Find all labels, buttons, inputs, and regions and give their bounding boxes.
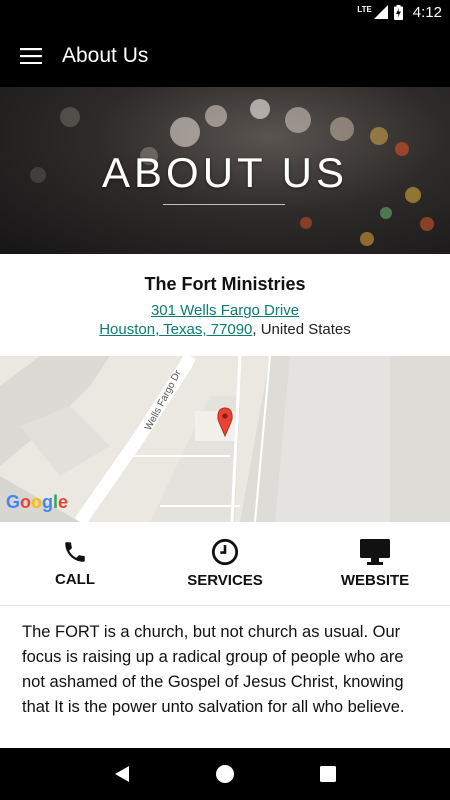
services-button[interactable]: SERVICES [150,522,300,605]
phone-icon [65,542,85,562]
action-row: CALL SERVICES WEBSITE [0,522,450,606]
status-icons: LTE 4:12 [357,3,442,21]
home-icon [215,765,234,783]
back-icon [114,766,129,782]
recents-icon [320,766,337,782]
clock-time: 4:12 [412,3,442,21]
services-label: SERVICES [187,572,263,589]
address: 301 Wells Fargo Drive Houston, Texas, 77… [0,301,450,339]
monitor-icon [360,539,390,565]
signal-icon [373,5,388,19]
home-button[interactable] [205,754,245,794]
hero-divider [163,204,285,205]
address-city-link[interactable]: Houston, Texas, 77090 [99,321,252,338]
address-country: , United States [252,321,351,338]
app-bar: About Us [0,24,450,87]
location-info: The Fort Ministries 301 Wells Fargo Driv… [0,254,450,356]
about-description: The FORT is a church, but not church as … [22,623,405,716]
menu-button[interactable] [0,24,62,87]
address-street-link[interactable]: 301 Wells Fargo Drive [151,302,299,319]
organization-name: The Fort Ministries [144,274,306,294]
battery-charging-icon [393,4,403,20]
hero-banner: ABOUT US [0,87,450,254]
website-button[interactable]: WEBSITE [300,522,450,605]
recents-button[interactable] [308,754,348,794]
back-button[interactable] [102,754,142,794]
call-button[interactable]: CALL [0,522,150,605]
website-label: WEBSITE [340,572,410,589]
page-title: About Us [62,43,149,67]
clock-icon [211,538,239,566]
status-bar: LTE 4:12 [0,0,450,24]
map-view[interactable]: Wells Fargo Dr Google [0,356,450,522]
google-logo: Google [6,492,69,512]
network-type: LTE [357,4,372,14]
hero-title: ABOUT US [102,149,348,196]
system-nav-bar [0,748,450,800]
hamburger-menu-icon [20,47,42,64]
call-label: CALL [55,571,95,588]
